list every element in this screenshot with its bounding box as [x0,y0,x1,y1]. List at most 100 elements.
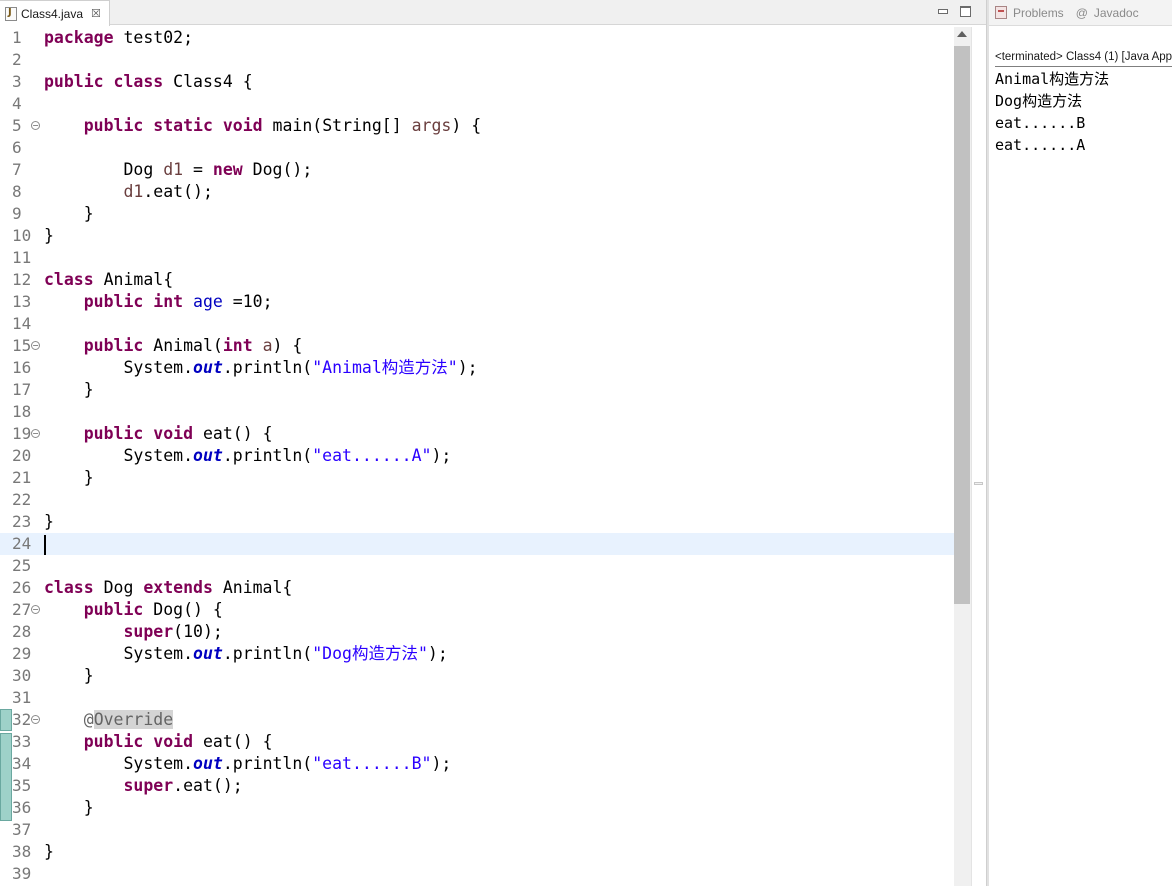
code-line[interactable]: 35 super.eat(); [0,775,954,797]
line-number: 28 [12,622,32,641]
code-text: } [44,203,94,225]
code-line[interactable]: 13 public int age =10; [0,291,954,313]
code-line[interactable]: 25 [0,555,954,577]
code-line[interactable]: 4 [0,93,954,115]
code-line[interactable]: 17 } [0,379,954,401]
code-line[interactable]: 34 System.out.println("eat......B"); [0,753,954,775]
code-line[interactable]: 32− @Override [0,709,954,731]
minimize-icon[interactable] [937,6,948,17]
tab-class4-java[interactable]: Class4.java ☒ [0,0,110,26]
code-token: } [44,666,94,685]
code-token: extends [143,578,213,597]
code-line[interactable]: 21 } [0,467,954,489]
code-line[interactable]: 8 d1.eat(); [0,181,954,203]
code-line[interactable]: 28 super(10); [0,621,954,643]
code-text: public Dog() { [44,599,223,621]
line-number: 21 [12,468,32,487]
code-line[interactable]: 1 package test02; [0,27,954,49]
close-icon[interactable]: ☒ [91,7,101,20]
code-token: =10; [222,292,273,311]
code-token: eat() { [193,732,273,751]
code-line[interactable]: 30 } [0,665,954,687]
overview-ruler[interactable] [971,27,986,886]
code-line[interactable]: 23} [0,511,954,533]
code-token: ); [457,358,478,377]
code-line[interactable]: 11 [0,247,954,269]
code-line[interactable]: 15− public Animal(int a) { [0,335,954,357]
code-line[interactable]: 20 System.out.println("eat......A"); [0,445,954,467]
line-number: 18 [12,402,32,421]
code-token: .println( [222,358,313,377]
code-line[interactable]: 24 [0,533,954,555]
code-line[interactable]: 14 [0,313,954,335]
fold-collapse-icon[interactable]: − [31,121,40,130]
code-line[interactable]: 9 } [0,203,954,225]
console-pane: Problems @ Javadoc <terminated> Class4 (… [989,0,1172,886]
code-line[interactable]: 12 class Animal{ [0,269,954,291]
console-output-line: Animal构造方法 [995,70,1110,88]
code-token: System. [44,644,194,663]
line-number: 11 [12,248,32,267]
code-line[interactable]: 36 } [0,797,954,819]
code-line[interactable]: 26 class Dog extends Animal{ [0,577,954,599]
scrollbar-thumb[interactable] [954,46,970,604]
line-number: 14 [12,314,32,333]
code-token: Dog(); [242,160,313,179]
code-token: eat() { [193,424,273,443]
vertical-scrollbar[interactable] [954,27,971,886]
code-token: super [123,776,174,795]
code-text: super(10); [44,621,222,643]
tab-javadoc[interactable]: @ Javadoc [1076,6,1139,20]
code-token: Dog() { [143,600,223,619]
code-token: ) { [451,116,482,135]
code-line[interactable]: 29 System.out.println("Dog构造方法"); [0,643,954,665]
code-token: void [153,732,194,751]
code-line[interactable]: 38} [0,841,954,863]
code-text: public void eat() { [44,423,273,445]
code-text: @Override [44,709,174,731]
code-line[interactable]: 5− public static void main(String[] args… [0,115,954,137]
line-number: 4 [12,94,22,113]
code-text: package test02; [44,27,193,49]
code-token: public [83,600,144,619]
scroll-up-icon[interactable] [957,31,967,37]
code-token: public [83,116,144,135]
code-line[interactable]: 31 [0,687,954,709]
code-line[interactable]: 22 [0,489,954,511]
tab-problems[interactable]: Problems [995,6,1064,20]
code-token: args [411,116,452,135]
code-token: } [44,512,54,531]
code-line[interactable]: 39 [0,863,954,885]
code-line[interactable]: 6 [0,137,954,159]
fold-collapse-icon[interactable]: − [31,429,40,438]
problems-icon [995,6,1007,19]
fold-collapse-icon[interactable]: − [31,341,40,350]
code-line[interactable]: 19− public void eat() { [0,423,954,445]
code-text: } [44,225,54,247]
fold-collapse-icon[interactable]: − [31,715,40,724]
code-line[interactable]: 7 Dog d1 = new Dog(); [0,159,954,181]
code-line[interactable]: 16 System.out.println("Animal构造方法"); [0,357,954,379]
code-text: class Animal{ [44,269,173,291]
console-output-line: eat......A [995,136,1086,154]
code-line[interactable]: 33 public void eat() { [0,731,954,753]
code-line[interactable]: 2 [0,49,954,71]
code-text: public void eat() { [44,731,273,753]
code-token: .println( [222,754,313,773]
maximize-icon[interactable] [960,6,971,17]
code-token: ) { [272,336,303,355]
code-line[interactable]: 37 [0,819,954,841]
line-number: 1 [12,28,22,47]
code-line[interactable]: 3 public class Class4 { [0,71,954,93]
code-token: = [183,160,213,179]
code-line[interactable]: 18 [0,401,954,423]
code-line[interactable]: 27− public Dog() { [0,599,954,621]
code-line[interactable]: 10} [0,225,954,247]
code-editor[interactable]: 1 package test02; 2 3 public class Class4 {4… [0,27,954,886]
code-token: out [193,358,223,377]
fold-collapse-icon[interactable]: − [31,605,40,614]
